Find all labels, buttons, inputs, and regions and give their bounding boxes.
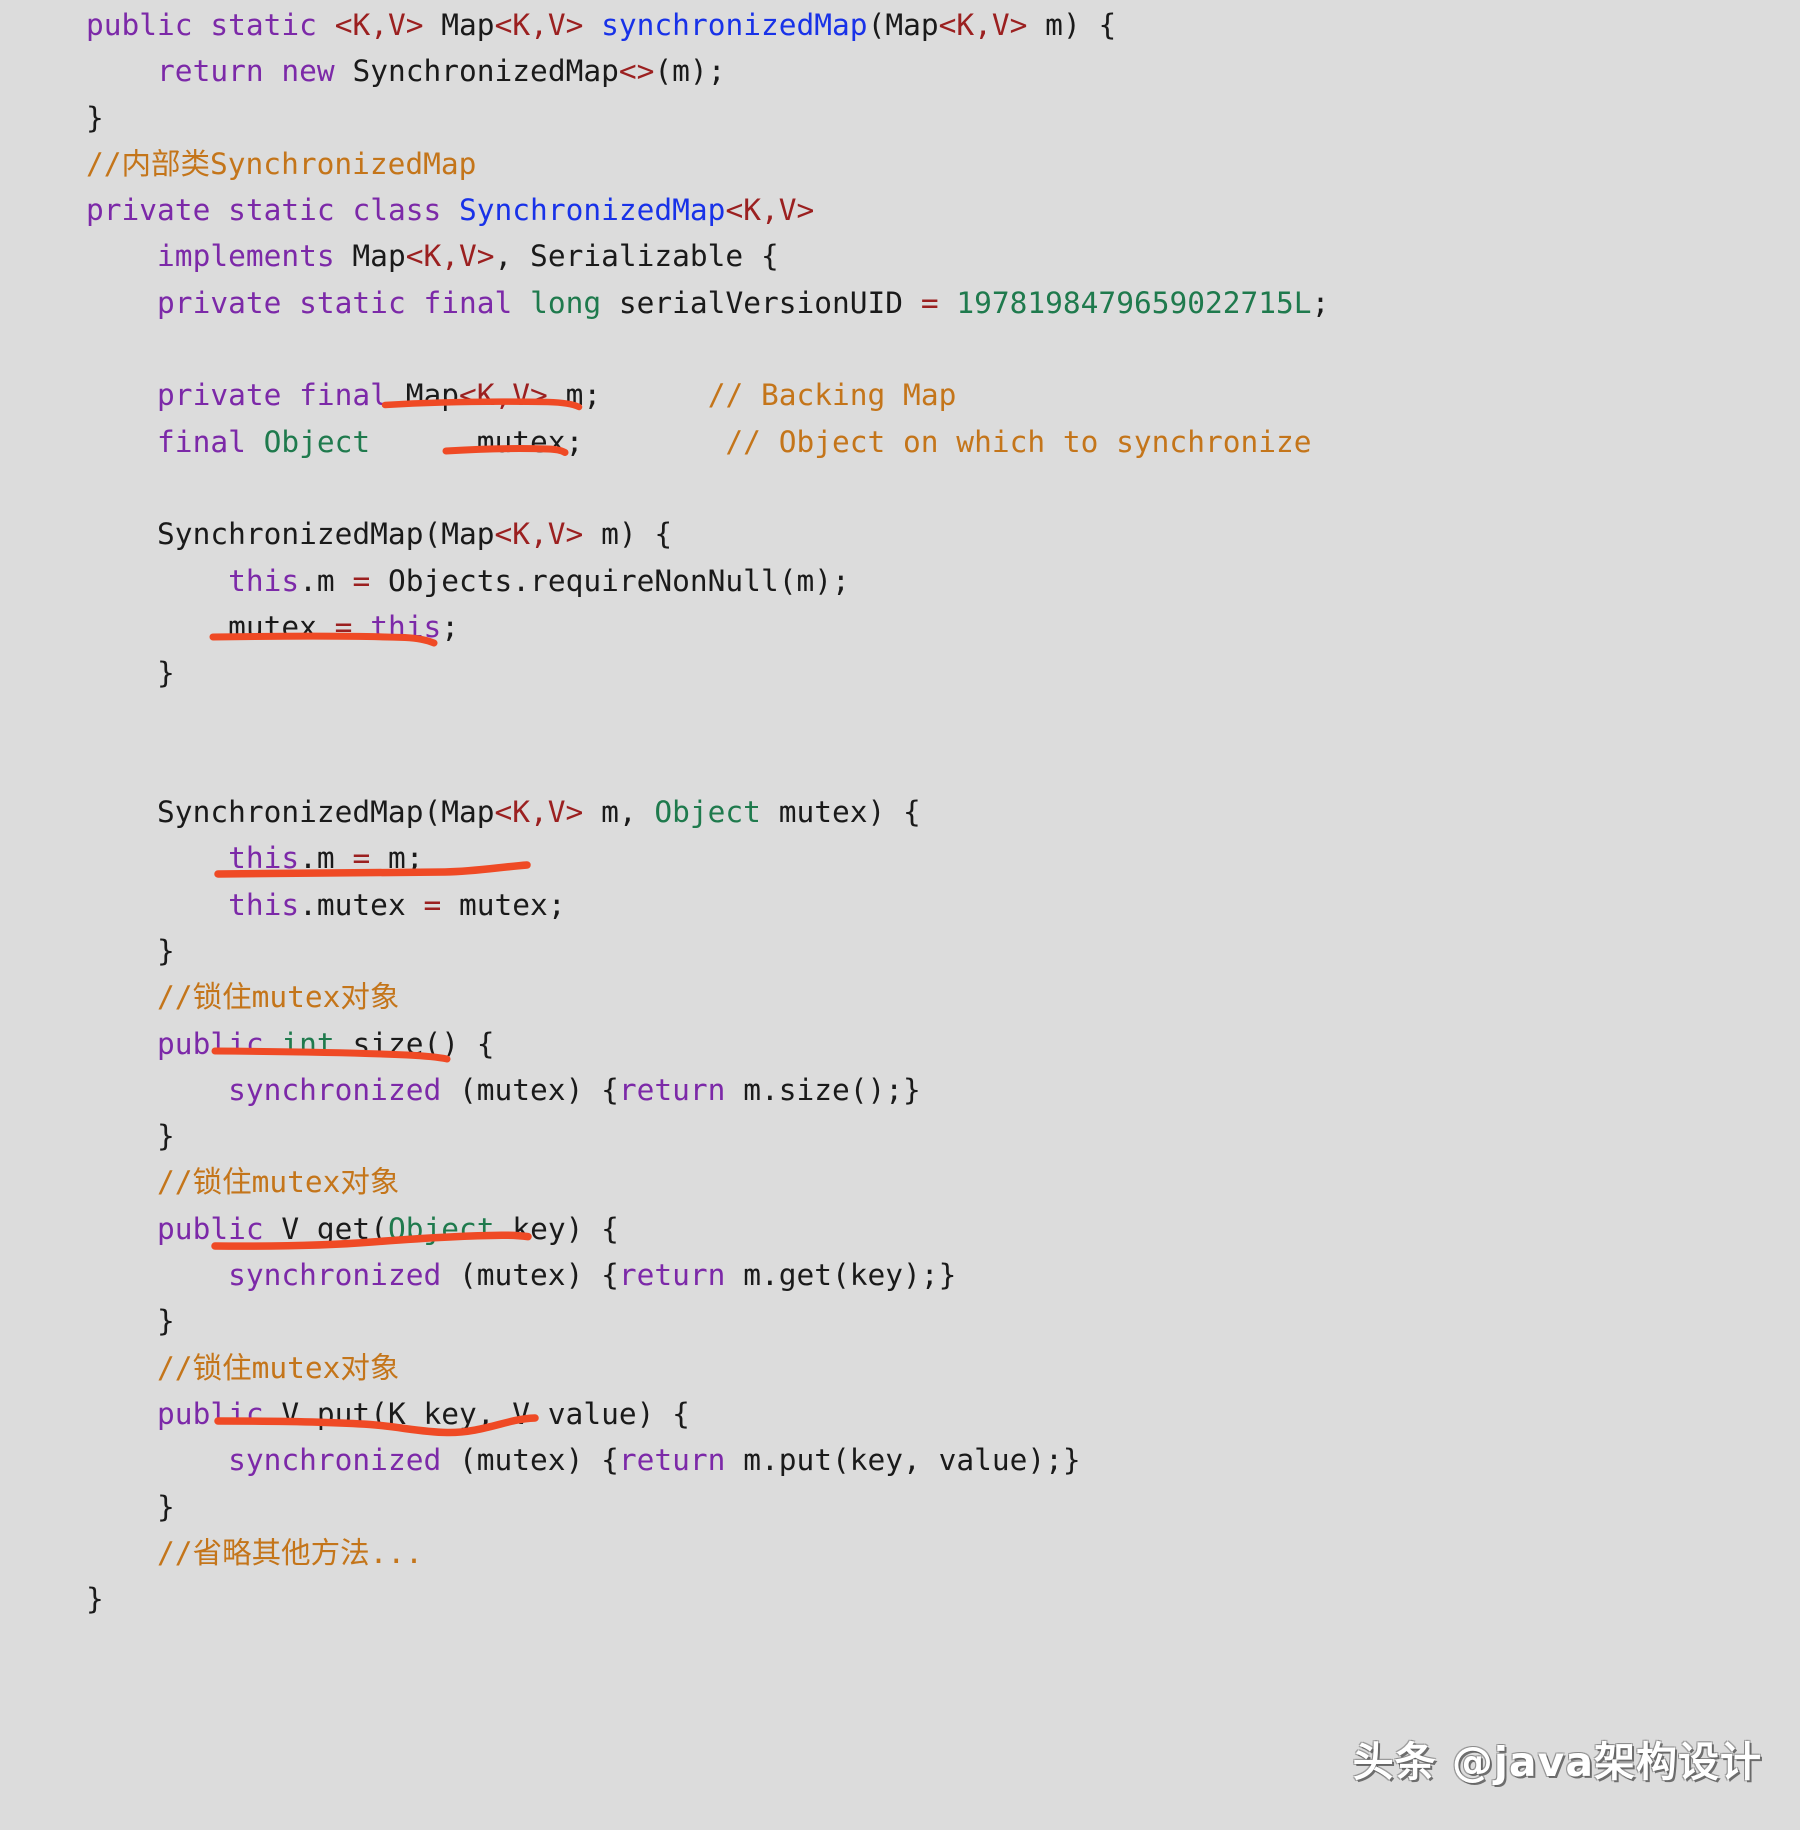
- code-line: }: [86, 1582, 104, 1617]
- code-line: private static final long serialVersionU…: [157, 285, 1330, 320]
- code-line: //锁住mutex对象: [157, 1350, 400, 1385]
- code-line: synchronized (mutex) {return m.put(key, …: [228, 1443, 1081, 1478]
- code-line: this.m = Objects.requireNonNull(m);: [228, 563, 850, 598]
- code-line: final Object mutex; // Object on which t…: [157, 424, 1312, 459]
- code-line: synchronized (mutex) {return m.get(key);…: [228, 1258, 957, 1293]
- code-line: }: [157, 933, 175, 968]
- code-line: synchronized (mutex) {return m.size();}: [228, 1072, 921, 1107]
- code-line: }: [157, 1119, 175, 1154]
- code-line: public int size() {: [157, 1026, 495, 1061]
- code-line: this.m = m;: [228, 841, 424, 876]
- code-line: }: [157, 1489, 175, 1524]
- code-line: }: [157, 1304, 175, 1339]
- code-line: //锁住mutex对象: [157, 980, 400, 1015]
- code-line: public V get(Object key) {: [157, 1211, 619, 1246]
- code-line: //省略其他方法...: [157, 1535, 423, 1570]
- code-line: return new SynchronizedMap<>(m);: [157, 54, 726, 89]
- code-line: this.mutex = mutex;: [228, 887, 566, 922]
- code-line: }: [86, 100, 104, 135]
- code-line: //锁住mutex对象: [157, 1165, 400, 1200]
- watermark-text: 头条 @java架构设计: [1352, 1738, 1762, 1786]
- code-line: mutex = this;: [228, 609, 460, 644]
- code-line: SynchronizedMap(Map<K,V> m, Object mutex…: [157, 795, 921, 830]
- code-line: private final Map<K,V> m; // Backing Map: [157, 378, 957, 413]
- code-line: SynchronizedMap(Map<K,V> m) {: [157, 517, 673, 552]
- code-block: public static <K,V> Map<K,V> synchronize…: [0, 0, 1800, 1622]
- code-line: public static <K,V> Map<K,V> synchronize…: [86, 8, 1117, 42]
- code-line: private static class SynchronizedMap<K,V…: [86, 193, 815, 228]
- code-line: implements Map<K,V>, Serializable {: [157, 239, 779, 274]
- code-line: //内部类SynchronizedMap: [86, 146, 477, 181]
- code-line: public V put(K key, V value) {: [157, 1396, 690, 1431]
- code-line: }: [157, 656, 175, 691]
- code-screenshot: public static <K,V> Map<K,V> synchronize…: [0, 0, 1800, 1830]
